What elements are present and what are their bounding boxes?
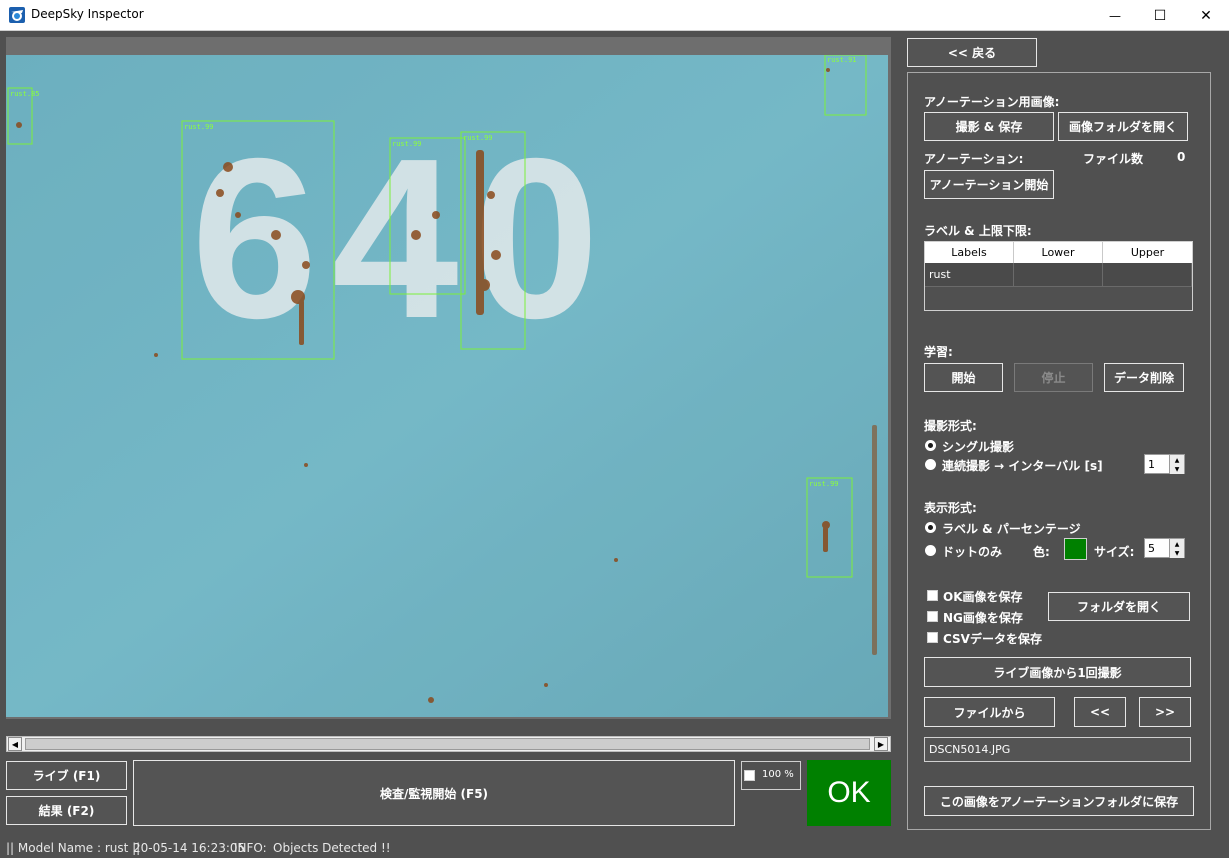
train-stop-button[interactable]: 停止 [1014,363,1093,392]
zoom-label: 100 % [762,769,794,780]
svg-text:rust.99: rust.99 [809,480,839,488]
close-icon: ✕ [1200,7,1212,24]
interval-stepper[interactable]: 1 ▲ ▼ [1144,454,1185,474]
maximize-button[interactable]: ☐ [1137,0,1183,31]
open-folder-button[interactable]: フォルダを開く [1048,592,1190,621]
file-count-label: ファイル数 [1083,152,1144,166]
from-file-button[interactable]: ファイルから [924,697,1055,727]
save-to-annotation-folder-button[interactable]: この画像をアノーテーションフォルダに保存 [924,786,1194,816]
save-ng-images-checkbox[interactable] [927,611,938,622]
size-label: サイズ: [1094,545,1135,559]
status-timestamp: 20-05-14 16:23:05 [133,841,246,855]
dot-only-radio[interactable] [925,545,936,556]
zoom-toggle[interactable]: 100 % [741,761,801,790]
label-limits-table[interactable]: Labels Lower Upper rust [924,241,1193,311]
back-button[interactable]: << 戻る [907,38,1037,67]
file-count-value: 0 [1177,150,1186,164]
dot-only-label: ドットのみ [942,545,1003,559]
maximize-icon: ☐ [1153,7,1167,24]
open-image-folder-button[interactable]: 画像フォルダを開く [1058,112,1188,141]
training-heading: 学習: [924,345,953,359]
table-cell-lower[interactable] [1014,263,1103,287]
arrow-right-icon: ▶ [877,739,885,749]
app-logo-icon [9,7,25,23]
single-capture-label: シングル撮影 [942,440,1015,454]
arrow-left-icon: ◀ [11,739,19,749]
single-capture-radio[interactable] [925,440,936,451]
continuous-capture-radio[interactable] [925,459,936,470]
result-button[interactable]: 結果 (F2) [6,796,127,825]
stepper-down-icon[interactable]: ▼ [1169,464,1184,474]
previous-button[interactable]: << [1074,697,1126,727]
filename-field[interactable]: DSCN5014.JPG [924,737,1191,762]
column-header-upper: Upper [1103,242,1192,263]
svg-text:rust.99: rust.99 [184,123,214,131]
zoom-checkbox[interactable] [744,770,755,781]
scroll-left-button[interactable]: ◀ [8,737,22,751]
title-bar: DeepSky Inspector — ☐ ✕ [0,0,1229,31]
scroll-right-button[interactable]: ▶ [874,737,888,751]
capture-mode-heading: 撮影形式: [924,419,977,433]
save-csv-checkbox[interactable] [927,632,938,643]
live-button[interactable]: ライブ (F1) [6,761,127,790]
label-limits-heading: ラベル & 上限下限: [924,224,1032,238]
svg-text:rust.91: rust.91 [827,56,857,64]
save-ng-images-label: NG画像を保存 [943,611,1023,625]
annotation-image-heading: アノーテーション用画像: [924,95,1060,109]
next-button[interactable]: >> [1139,697,1191,727]
delete-data-button[interactable]: データ削除 [1104,363,1184,392]
start-annotation-button[interactable]: アノーテーション開始 [924,170,1054,199]
save-ok-images-checkbox[interactable] [927,590,938,601]
display-mode-heading: 表示形式: [924,501,977,515]
dot-color-swatch[interactable] [1064,538,1087,560]
scrollbar-thumb[interactable] [25,738,870,750]
save-csv-label: CSVデータを保存 [943,632,1042,646]
label-percentage-radio[interactable] [925,522,936,533]
stepper-down-icon[interactable]: ▼ [1169,548,1184,558]
capture-once-button[interactable]: ライブ画像から1回撮影 [924,657,1191,687]
capture-save-button[interactable]: 撮影 & 保存 [924,112,1054,141]
size-stepper[interactable]: 5 ▲ ▼ [1144,538,1185,558]
inspection-image: 640 rust.85 rust.99 rust.99 rust.99 rust… [6,55,888,717]
minimize-icon: — [1109,8,1121,23]
model-name: || Model Name : rust || [6,841,141,855]
size-value: 5 [1148,542,1155,555]
close-button[interactable]: ✕ [1183,0,1229,31]
status-bar: || Model Name : rust || 20-05-14 16:23:0… [0,838,1229,858]
stencil-number: 640 [191,112,613,366]
minimize-button[interactable]: — [1092,0,1138,31]
label-percentage-label: ラベル & パーセンテージ [942,522,1081,536]
table-cell-label[interactable]: rust [925,263,1014,287]
column-header-labels: Labels [925,242,1014,263]
table-cell-upper[interactable] [1103,263,1192,287]
svg-text:rust.99: rust.99 [392,140,422,148]
svg-text:rust.85: rust.85 [10,90,40,98]
start-inspection-button[interactable]: 検査/監視開始 (F5) [133,760,735,826]
status-message: Objects Detected !! [273,841,391,855]
result-indicator: OK [807,760,891,826]
svg-text:rust.99: rust.99 [463,134,493,142]
train-start-button[interactable]: 開始 [924,363,1003,392]
info-label: INFO: [234,841,267,855]
interval-value: 1 [1148,458,1155,471]
annotation-heading: アノーテーション: [924,152,1024,166]
color-label: 色: [1033,545,1050,559]
continuous-capture-label: 連続撮影 → インターバル [s] [942,459,1103,473]
column-header-lower: Lower [1014,242,1103,263]
save-ok-images-label: OK画像を保存 [943,590,1023,604]
window-title: DeepSky Inspector [31,7,144,21]
